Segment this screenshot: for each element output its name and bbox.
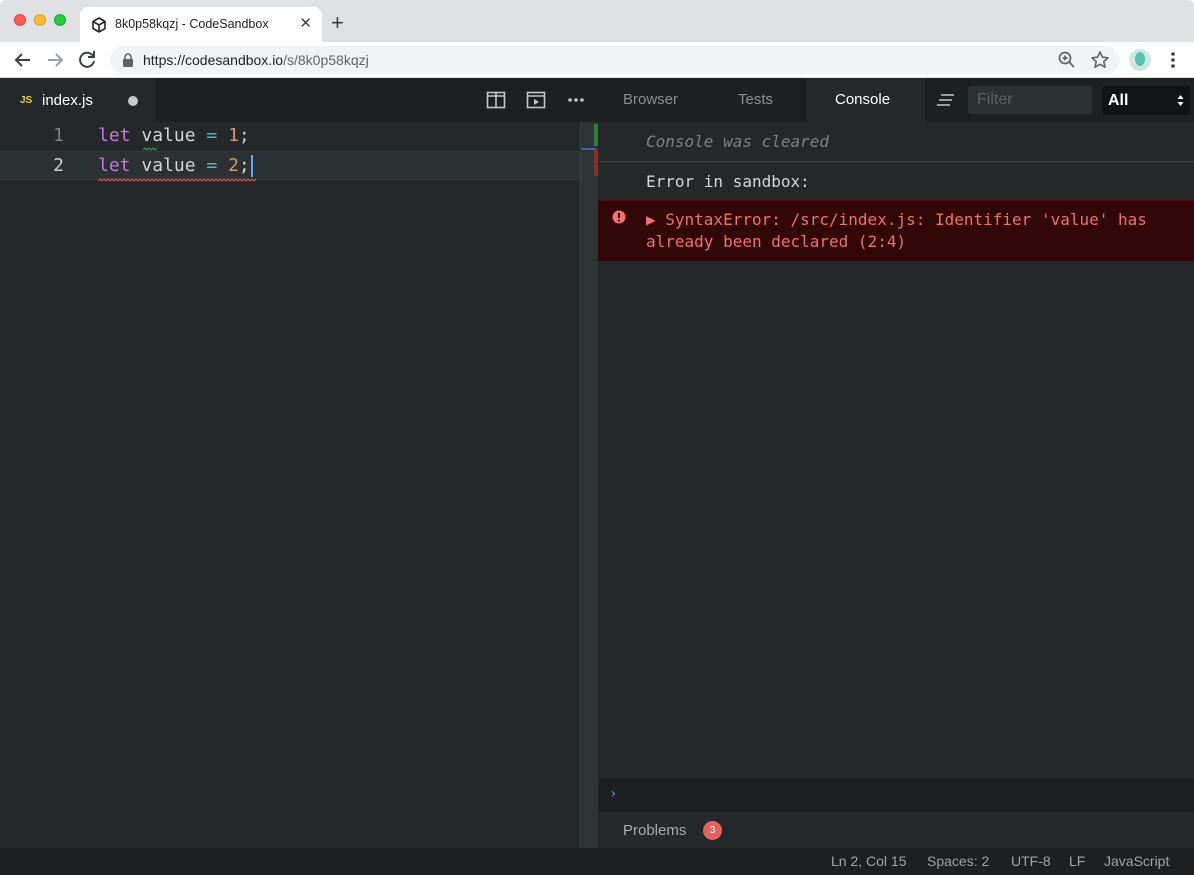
tab-close-icon[interactable]: ✕ [299,15,312,33]
browser-tab[interactable]: 8k0p58kqzj - CodeSandbox ✕ [80,7,322,42]
forward-arrow-icon[interactable] [43,48,67,72]
keyword-token: let [98,125,131,146]
browser-toolbar: https://codesandbox.io/s/8k0p58kqzj [0,42,1194,78]
preview-panel: Browser Tests Console Filter All Console… [598,78,1194,848]
line-ending[interactable]: LF [1069,853,1085,869]
status-bar: Ln 2, Col 15 Spaces: 2 UTF-8 LF JavaScri… [0,848,1194,875]
new-tab-button[interactable]: + [331,12,344,34]
split-view-icon[interactable] [486,91,506,109]
file-encoding[interactable]: UTF-8 [1011,853,1051,869]
error-message: ▶ SyntaxError: /src/index.js: Identifier… [646,210,1147,251]
profile-avatar[interactable] [1129,49,1151,71]
semicolon-token: ; [238,155,250,176]
console-cleared-row: Console was cleared [598,122,1194,162]
editor-tab-bar: JS index.js [0,78,598,122]
js-file-icon: JS [20,95,33,106]
problems-bar[interactable]: Problems 3 [598,812,1194,848]
console-filter-input[interactable]: Filter [968,86,1092,114]
file-tab-label: index.js [42,92,93,109]
log-level-value: All [1108,92,1129,109]
clear-console-icon[interactable] [936,92,956,108]
url-path: /s/8k0p58kqzj [283,52,369,68]
indentation-setting[interactable]: Spaces: 2 [927,853,989,869]
zoom-in-icon[interactable] [1058,51,1076,69]
tab-browser[interactable]: Browser [623,91,678,108]
lock-icon [123,53,133,67]
unsaved-dot-icon[interactable] [128,96,138,106]
tab-tests[interactable]: Tests [738,91,773,108]
number-token: 2 [228,155,239,176]
console-cleared-text: Console was cleared [646,132,830,151]
back-arrow-icon[interactable] [11,48,35,72]
code-text: let value = 2; [98,155,253,177]
browser-menu-icon[interactable] [1163,50,1183,70]
url-host: https://codesandbox.io [143,52,284,68]
code-text: let value = 1; [98,125,250,146]
address-bar[interactable]: https://codesandbox.io/s/8k0p58kqzj [110,46,1120,74]
panel-tab-bar: Browser Tests Console Filter All [598,78,1194,122]
identifier-token: value [141,155,196,176]
number-token: 1 [228,125,239,146]
console-error-entry[interactable]: ▶ SyntaxError: /src/index.js: Identifier… [598,200,1194,262]
file-tab-index-js[interactable]: JS index.js [0,78,155,122]
bookmark-star-icon[interactable] [1090,50,1110,70]
preview-window-icon[interactable] [526,91,546,109]
code-line-2[interactable]: 2 let value = 2; [0,151,580,182]
language-mode[interactable]: JavaScript [1104,853,1169,869]
line-number: 1 [53,125,64,146]
error-squiggle [98,178,256,182]
operator-token: = [206,155,218,176]
line-number: 2 [53,155,64,176]
codesandbox-app: JS index.js 1 let value = 1; 2 let value… [0,78,1194,875]
cursor-position[interactable]: Ln 2, Col 15 [831,853,907,869]
console-input[interactable]: › [598,778,1194,812]
minimize-window-button[interactable] [34,14,46,26]
codesandbox-cube-icon [92,17,106,33]
code-editor[interactable]: 1 let value = 1; 2 let value = 2; [0,122,580,848]
url-text: https://codesandbox.io/s/8k0p58kqzj [143,52,369,68]
console-output: Console was cleared Error in sandbox: ▶ … [598,122,1194,778]
semicolon-token: ; [238,125,250,146]
operator-token: = [206,125,218,146]
select-arrows-icon [1177,95,1184,106]
log-level-select[interactable]: All [1102,86,1190,115]
profile-avatar-icon [1129,49,1151,71]
identifier-token: value [141,125,196,146]
more-options-icon[interactable] [566,91,586,109]
reload-icon[interactable] [75,48,99,72]
prompt-chevron-icon: › [609,786,618,802]
error-in-sandbox-label: Error in sandbox: [646,172,810,191]
tab-console[interactable]: Console [835,91,890,108]
editor-scrollbar[interactable] [580,122,598,848]
zoom-window-button[interactable] [54,14,66,26]
close-window-button[interactable] [14,14,26,26]
code-line-1[interactable]: 1 let value = 1; [0,122,580,151]
browser-tab-strip: 8k0p58kqzj - CodeSandbox ✕ + [0,0,1194,42]
keyword-token: let [98,155,131,176]
text-cursor [250,155,253,177]
problems-label[interactable]: Problems [623,822,686,839]
error-circle-icon [612,210,626,224]
problems-count-badge: 3 [703,821,722,840]
browser-tab-title: 8k0p58kqzj - CodeSandbox [115,17,269,31]
